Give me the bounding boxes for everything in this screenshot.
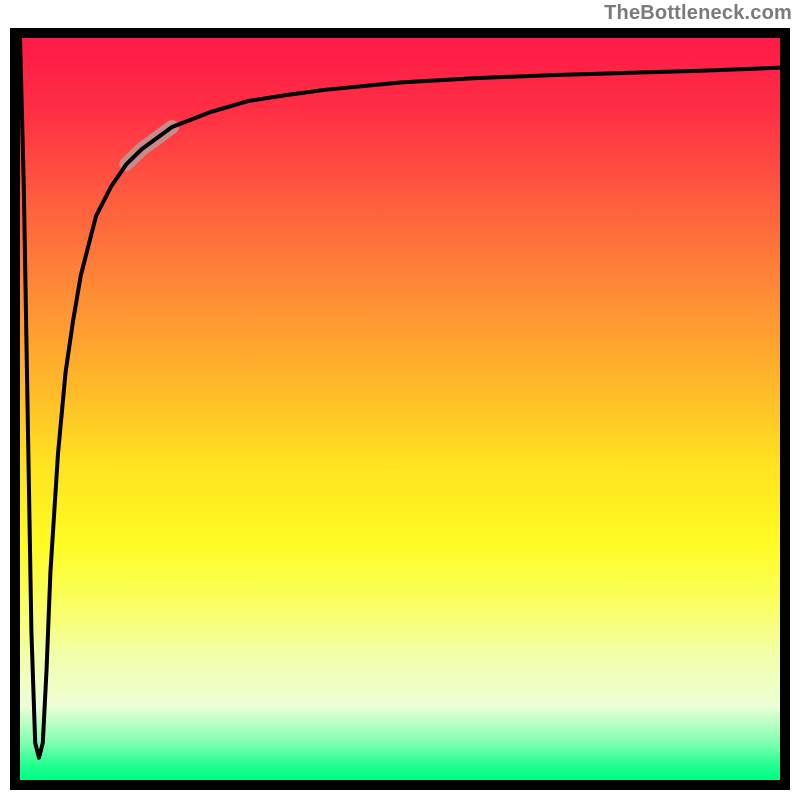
curve-svg xyxy=(20,38,780,780)
bottleneck-curve xyxy=(20,38,780,758)
plot-area xyxy=(20,38,780,780)
chart-stage: TheBottleneck.com xyxy=(0,0,800,800)
attribution-label: TheBottleneck.com xyxy=(604,2,792,25)
